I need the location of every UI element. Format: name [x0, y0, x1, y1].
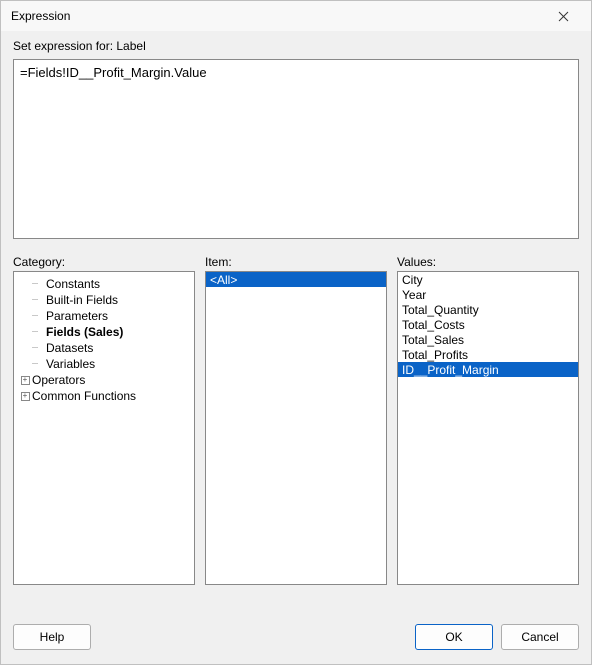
- tree-item-label: Common Functions: [32, 389, 136, 403]
- tree-item-label: Operators: [32, 373, 85, 387]
- tree-item[interactable]: ┄Fields (Sales): [16, 324, 192, 340]
- tree-item-label: Variables: [46, 357, 95, 371]
- set-expression-label: Set expression for: Label: [13, 39, 579, 53]
- tree-branch-icon: ┄: [32, 327, 46, 338]
- category-column: Category: ┄Constants┄Built-in Fields┄Par…: [13, 255, 195, 585]
- ok-button[interactable]: OK: [415, 624, 493, 650]
- item-column: Item: <All>: [205, 255, 387, 585]
- cancel-button[interactable]: Cancel: [501, 624, 579, 650]
- tree-item[interactable]: ┄Variables: [16, 356, 192, 372]
- tree-item-label: Constants: [46, 277, 100, 291]
- values-column: Values: CityYearTotal_QuantityTotal_Cost…: [397, 255, 579, 585]
- tree-item[interactable]: ┄Parameters: [16, 308, 192, 324]
- expression-input[interactable]: [13, 59, 579, 239]
- tree-item[interactable]: ┄Constants: [16, 276, 192, 292]
- titlebar: Expression: [1, 1, 591, 31]
- close-icon: [558, 11, 569, 22]
- tree-item[interactable]: +Common Functions: [16, 388, 192, 404]
- list-item[interactable]: Year: [398, 287, 578, 302]
- button-row: Help OK Cancel: [1, 616, 591, 664]
- tree-item[interactable]: ┄Datasets: [16, 340, 192, 356]
- tree-branch-icon: ┄: [32, 343, 46, 354]
- window-title: Expression: [11, 9, 70, 23]
- tree-branch-icon: ┄: [32, 311, 46, 322]
- item-label: Item:: [205, 255, 387, 269]
- tree-item[interactable]: ┄Built-in Fields: [16, 292, 192, 308]
- tree-item-label: Built-in Fields: [46, 293, 118, 307]
- category-tree[interactable]: ┄Constants┄Built-in Fields┄Parameters┄Fi…: [13, 271, 195, 585]
- list-item[interactable]: Total_Quantity: [398, 302, 578, 317]
- tree-item-label: Datasets: [46, 341, 93, 355]
- list-item[interactable]: Total_Sales: [398, 332, 578, 347]
- content-area: Set expression for: Label Category: ┄Con…: [1, 31, 591, 616]
- item-list[interactable]: <All>: [205, 271, 387, 585]
- tree-branch-icon: ┄: [32, 359, 46, 370]
- help-button[interactable]: Help: [13, 624, 91, 650]
- values-list[interactable]: CityYearTotal_QuantityTotal_CostsTotal_S…: [397, 271, 579, 585]
- tree-item-label: Parameters: [46, 309, 108, 323]
- lower-panels: Category: ┄Constants┄Built-in Fields┄Par…: [13, 255, 579, 585]
- list-item[interactable]: <All>: [206, 272, 386, 287]
- values-label: Values:: [397, 255, 579, 269]
- category-label: Category:: [13, 255, 195, 269]
- list-item[interactable]: Total_Profits: [398, 347, 578, 362]
- list-item[interactable]: Total_Costs: [398, 317, 578, 332]
- tree-item[interactable]: +Operators: [16, 372, 192, 388]
- list-item[interactable]: ID__Profit_Margin: [398, 362, 578, 377]
- tree-item-label: Fields (Sales): [46, 325, 123, 339]
- list-item[interactable]: City: [398, 272, 578, 287]
- close-button[interactable]: [543, 2, 583, 30]
- tree-expand-icon[interactable]: +: [18, 376, 32, 385]
- tree-expand-icon[interactable]: +: [18, 392, 32, 401]
- tree-branch-icon: ┄: [32, 295, 46, 306]
- tree-branch-icon: ┄: [32, 279, 46, 290]
